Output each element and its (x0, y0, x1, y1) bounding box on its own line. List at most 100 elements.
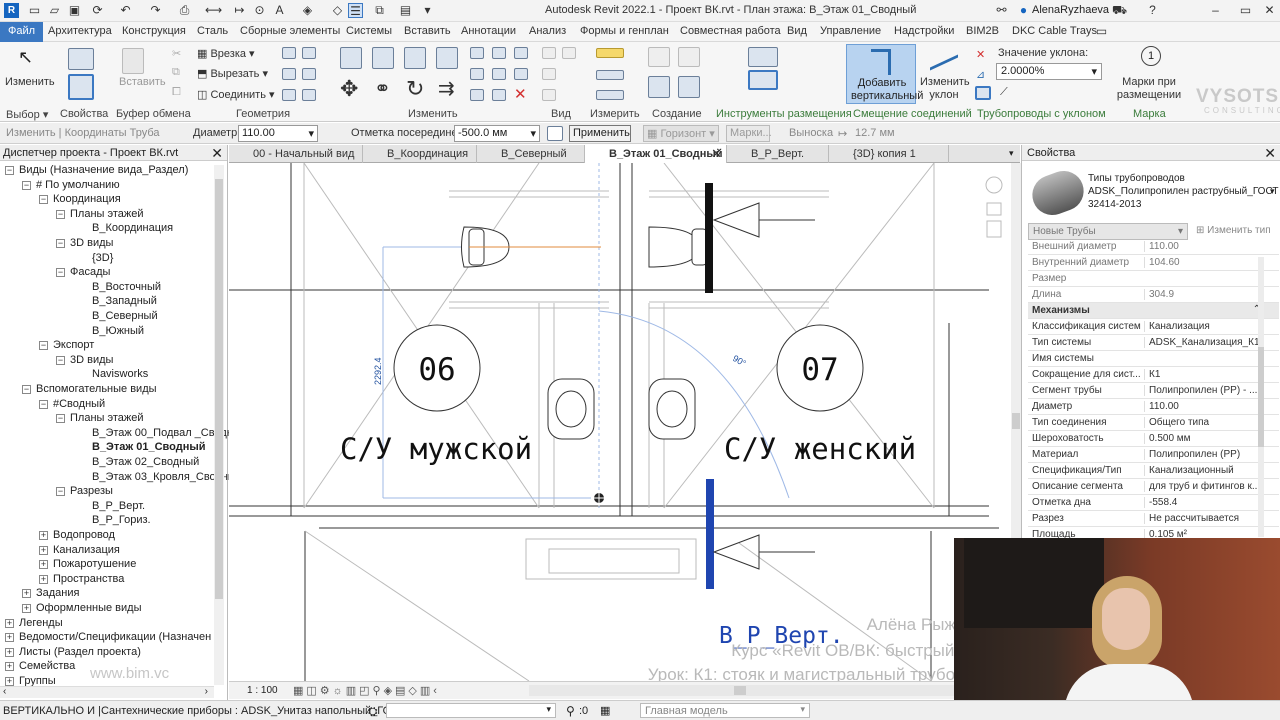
canvas-hscroll-thumb[interactable] (734, 686, 746, 695)
tree-item[interactable]: Пожаротушение (53, 558, 136, 570)
move-arrows-icon[interactable]: ✥ (340, 76, 358, 102)
close-window-icon[interactable]: ✕ (1262, 3, 1277, 18)
tree-item[interactable]: Семейства (19, 660, 75, 672)
dimension-tool-icon[interactable] (596, 90, 624, 100)
room-06-name[interactable]: С/У мужской (340, 432, 532, 466)
view-control-icons[interactable]: ▦◫⚙☼▥◰⚲◈▤◇▥‹ (293, 684, 440, 697)
tab-annotate[interactable]: Аннотации (461, 25, 516, 37)
text-icon[interactable]: A (272, 3, 287, 18)
tab-addins[interactable]: Надстройки (894, 25, 954, 37)
canvas-scroll-thumb[interactable] (1012, 413, 1020, 429)
modify-cursor-icon[interactable]: ↖ (18, 48, 36, 66)
align-icon[interactable] (340, 47, 362, 69)
user-icon[interactable]: ● (1016, 3, 1031, 18)
tree-item[interactable]: В_Р_Гориз. (92, 514, 151, 526)
tree-toggle-icon[interactable]: + (39, 560, 48, 570)
steering-wheel-icon[interactable] (985, 176, 1003, 194)
property-row[interactable]: Описание сегмента для труб и фитингов к..… (1028, 479, 1279, 495)
tree-item[interactable]: #Сводный (53, 398, 105, 410)
change-slope-button[interactable]: Изменить уклон (920, 76, 970, 102)
tree-item[interactable]: В_Этаж 02_Сводный (92, 456, 199, 468)
geometry-tool-4-icon[interactable] (302, 68, 316, 80)
scale-icon[interactable] (470, 68, 484, 80)
tree-toggle-icon[interactable]: + (22, 604, 31, 613)
geometry-tool-5-icon[interactable] (282, 89, 296, 101)
pin-icon[interactable] (492, 68, 506, 80)
properties-icon[interactable] (68, 48, 94, 70)
property-row[interactable]: Имя системы (1028, 351, 1279, 367)
property-row[interactable]: Отметка дна -558.4 (1028, 495, 1279, 511)
unpin-icon[interactable] (514, 68, 528, 80)
property-group-mechanical[interactable]: Механизмы ⌃ (1028, 303, 1279, 319)
browser-scroll-thumb[interactable] (215, 179, 223, 599)
tab-collaborate[interactable]: Совместная работа (680, 25, 781, 37)
maximize-icon[interactable]: ▭ (1238, 3, 1253, 18)
riser-wall-blue[interactable] (706, 479, 714, 589)
remove-slope-icon[interactable]: ✕ (976, 48, 985, 61)
view-tab-section-vert[interactable]: В_Р_Верт. (727, 145, 829, 163)
view-tab-start[interactable]: 00 - Начальный вид (229, 145, 363, 163)
tree-toggle-icon[interactable]: − (22, 385, 31, 394)
browser-hscrollbar[interactable]: ‹ › (0, 686, 214, 698)
editing-requests-icon[interactable]: ⚲ (566, 704, 575, 718)
tree-toggle-icon[interactable]: − (56, 268, 65, 278)
tab-precast[interactable]: Сборные элементы (240, 25, 340, 37)
tree-item[interactable]: Водопровод (53, 529, 115, 541)
add-vertical-button[interactable]: Добавить вертикальный (846, 44, 923, 104)
apply-button[interactable]: Применить (569, 125, 631, 142)
room-07-name[interactable]: С/У женский (724, 432, 916, 466)
view-tab-floor-01[interactable]: В_Этаж 01_Сводный ✕ (585, 145, 727, 163)
tree-toggle-icon[interactable]: + (22, 589, 31, 599)
create-group-icon[interactable] (678, 76, 700, 98)
modify-button[interactable]: Изменить (5, 76, 55, 88)
instance-filter-select[interactable]: Новые Трубы ▾ (1028, 223, 1188, 240)
tree-toggle-icon[interactable]: + (5, 662, 14, 672)
override-icon[interactable] (542, 68, 556, 80)
tree-item[interactable]: В_Р_Верт. (92, 500, 145, 512)
tree-item[interactable]: Листы (Раздел проекта) (19, 646, 141, 658)
tree-toggle-icon[interactable]: + (5, 647, 14, 657)
tree-item[interactable]: Планы этажей (70, 208, 144, 220)
slope-down-icon[interactable] (975, 86, 991, 100)
browser-scrollbar[interactable] (214, 165, 224, 685)
cut-geometry-button[interactable]: ⬒ Вырезать ▾ (197, 67, 268, 80)
tree-toggle-icon[interactable]: − (39, 341, 48, 351)
array-icon[interactable] (514, 47, 528, 59)
tags-button[interactable]: Марки... (726, 125, 772, 142)
edit-type-button[interactable]: ⊞ Изменить тип (1196, 225, 1271, 236)
switch-windows-icon[interactable]: ▤ (398, 3, 413, 18)
type-dropdown-icon[interactable]: ▾ (1270, 186, 1275, 197)
property-row[interactable]: Материал Полипропилен (PP) (1028, 447, 1279, 463)
close-browser-icon[interactable]: ✕ (211, 145, 223, 162)
middle-elevation-select[interactable]: -500.0 мм ▾ (454, 125, 540, 142)
tree-toggle-icon[interactable]: − (56, 487, 65, 497)
match-icon[interactable]: ⧠ (172, 86, 181, 99)
tab-bim2b[interactable]: BIM2B (966, 25, 999, 37)
view-tool-icon[interactable] (562, 47, 576, 59)
close-tab-icon[interactable]: ✕ (711, 146, 722, 162)
linework-icon[interactable] (542, 89, 556, 101)
geometry-tool-6-icon[interactable] (302, 89, 316, 101)
property-value[interactable]: 110.00 (1144, 241, 1277, 252)
riser-wall-black[interactable] (705, 183, 713, 293)
tree-item[interactable]: 3D виды (70, 237, 113, 249)
slope-pipe-small-icon[interactable]: ⟋ (1000, 86, 1008, 99)
tree-item[interactable]: В_Западный (92, 295, 157, 307)
tree-item[interactable]: В_Южный (92, 325, 144, 337)
property-row[interactable]: Длина 304.9 (1028, 287, 1279, 303)
tree-item[interactable]: В_Этаж 00_Подвал _Сводн (92, 427, 233, 439)
tab-manage[interactable]: Управление (820, 25, 881, 37)
cut-scissors-icon[interactable]: ✂ (172, 47, 181, 60)
tree-item[interactable]: Планы этажей (70, 412, 144, 424)
panel-select[interactable]: Выбор ▾ (6, 108, 48, 121)
view-tab-3d-copy[interactable]: {3D} копия 1 (829, 145, 949, 163)
geometry-tool-1-icon[interactable] (282, 47, 296, 59)
lock-elevation-icon[interactable] (547, 126, 563, 141)
copy-tool-icon[interactable]: ⚭ (374, 76, 391, 101)
revit-logo-icon[interactable]: R (4, 3, 19, 18)
property-row[interactable]: Сокращение для сист... К1 (1028, 367, 1279, 383)
tree-toggle-icon[interactable]: − (56, 355, 65, 365)
tree-item[interactable]: Координация (53, 193, 121, 205)
binoculars-icon[interactable]: ⚯ (994, 3, 1009, 18)
tree-item[interactable]: Вспомогательные виды (36, 383, 157, 395)
